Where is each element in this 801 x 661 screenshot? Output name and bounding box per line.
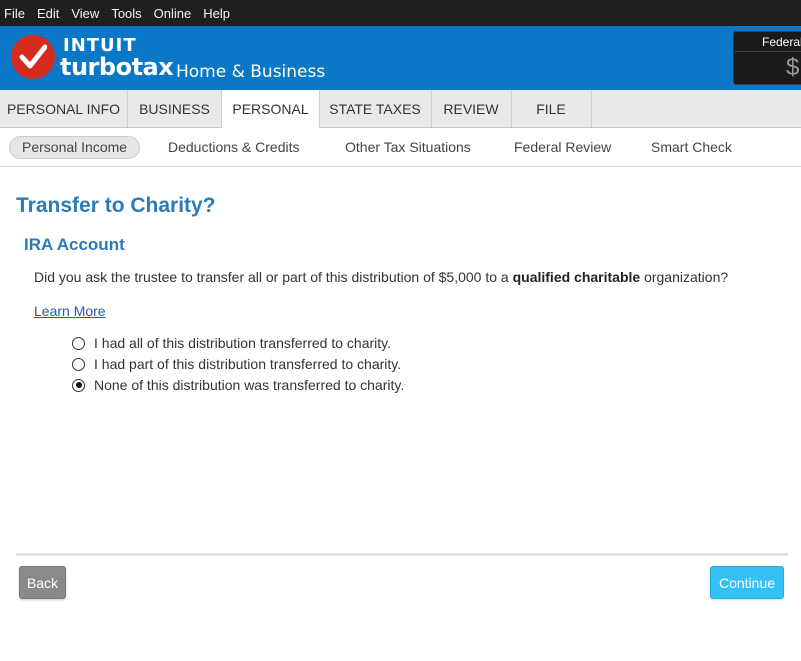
page-title: Transfer to Charity? bbox=[16, 194, 216, 217]
radio-button-all[interactable] bbox=[72, 336, 85, 350]
subtab-personal-income[interactable]: Personal Income bbox=[9, 136, 141, 159]
menu-help[interactable]: Help bbox=[203, 6, 236, 21]
subtab-other-tax-situations[interactable]: Other Tax Situations bbox=[345, 136, 471, 159]
tab-file[interactable]: FILE bbox=[511, 90, 592, 127]
menu-online[interactable]: Online bbox=[154, 6, 198, 21]
tab-personal[interactable]: PERSONAL bbox=[221, 90, 320, 128]
menu-view[interactable]: View bbox=[71, 6, 105, 21]
brand-edition: Home & Business bbox=[176, 62, 326, 82]
refund-label: Federal bbox=[734, 32, 801, 52]
tab-business[interactable]: BUSINESS bbox=[128, 90, 222, 127]
main-tabs: PERSONAL INFO BUSINESS PERSONAL STATE TA… bbox=[0, 90, 801, 128]
question-text-bold: qualified charitable bbox=[512, 269, 641, 285]
brand-header: INTUIT turbotax Home & Business Federal … bbox=[0, 26, 801, 90]
menu-bar: File Edit View Tools Online Help bbox=[0, 0, 801, 26]
radio-button-part[interactable] bbox=[72, 357, 85, 371]
section-title: IRA Account bbox=[24, 235, 125, 254]
tab-review[interactable]: REVIEW bbox=[431, 90, 512, 127]
brand-product: turbotax bbox=[60, 53, 174, 81]
federal-refund-meter[interactable]: Federal $ bbox=[733, 31, 801, 85]
radio-label-none[interactable]: None of this distribution was transferre… bbox=[94, 377, 404, 393]
menu-tools[interactable]: Tools bbox=[111, 6, 147, 21]
subtab-smart-check[interactable]: Smart Check bbox=[651, 136, 732, 159]
radio-option-part[interactable]: I had part of this distribution transfer… bbox=[72, 355, 401, 373]
question-text: Did you ask the trustee to transfer all … bbox=[34, 269, 728, 285]
tab-personal-info[interactable]: PERSONAL INFO bbox=[0, 90, 128, 127]
radio-label-part[interactable]: I had part of this distribution transfer… bbox=[94, 356, 401, 372]
learn-more-link[interactable]: Learn More bbox=[34, 303, 106, 319]
radio-option-none[interactable]: None of this distribution was transferre… bbox=[72, 376, 404, 394]
question-text-end: organization? bbox=[640, 269, 729, 285]
continue-button[interactable]: Continue bbox=[710, 566, 784, 599]
footer-divider bbox=[16, 553, 788, 556]
question-text-start: Did you ask the trustee to transfer all … bbox=[34, 269, 513, 285]
radio-label-all[interactable]: I had all of this distribution transferr… bbox=[94, 335, 391, 351]
checkmark-icon bbox=[11, 35, 55, 79]
subtab-deductions-credits[interactable]: Deductions & Credits bbox=[168, 136, 300, 159]
refund-amount: $ bbox=[786, 54, 800, 81]
subtab-federal-review[interactable]: Federal Review bbox=[514, 136, 611, 159]
menu-file[interactable]: File bbox=[4, 6, 31, 21]
radio-button-none[interactable] bbox=[72, 378, 85, 392]
back-button[interactable]: Back bbox=[19, 566, 66, 599]
menu-edit[interactable]: Edit bbox=[37, 6, 65, 21]
sub-tabs: Personal Income Deductions & Credits Oth… bbox=[0, 128, 801, 167]
tab-state-taxes[interactable]: STATE TAXES bbox=[319, 90, 432, 127]
radio-option-all[interactable]: I had all of this distribution transferr… bbox=[72, 334, 391, 352]
